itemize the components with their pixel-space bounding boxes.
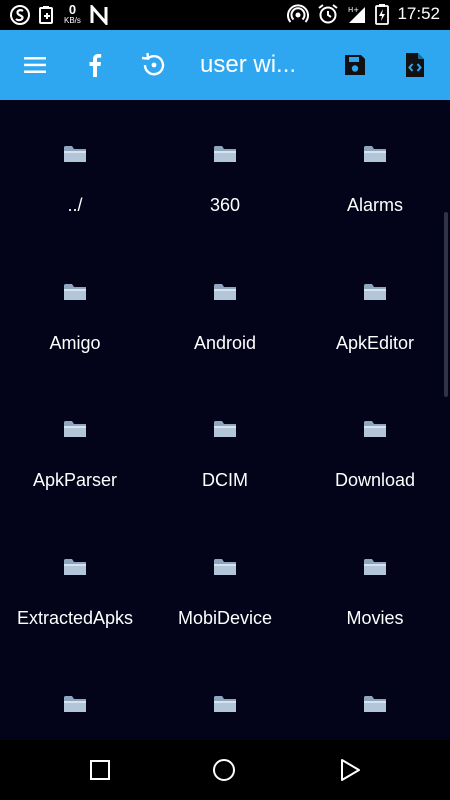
folder-icon [63, 144, 87, 164]
menu-icon [24, 57, 46, 73]
status-time: 17:52 [397, 4, 440, 23]
folder-item[interactable]: DCIM [150, 375, 300, 495]
facebook-icon [89, 54, 102, 77]
n-app-icon [90, 4, 108, 25]
file-browser[interactable]: ../ 360 Alarms Amigo Android ApkEditor ApkPars… [0, 100, 450, 740]
folder-icon [63, 694, 87, 714]
folder-label: ApkParser [32, 470, 118, 490]
code-file-icon [406, 53, 424, 77]
folder-label: Android [193, 332, 257, 353]
folder-item[interactable]: ExtractedApks [0, 513, 150, 633]
folder-icon [213, 282, 237, 302]
folder-item[interactable]: ApkParser [0, 375, 150, 495]
folder-label: DCIM [202, 470, 248, 490]
folder-item[interactable] [300, 650, 450, 740]
folder-item[interactable]: ../ [0, 100, 150, 220]
signal-icon: H+ [348, 6, 366, 23]
status-left-icons: 0 KB/s [10, 2, 109, 25]
facebook-button[interactable] [79, 49, 111, 81]
folder-label: Movies [346, 607, 404, 628]
folder-icon [363, 282, 387, 302]
file-title: user wi... [200, 51, 297, 78]
folder-item[interactable]: 360 [150, 100, 300, 220]
folder-icon [363, 694, 387, 714]
save-icon [345, 55, 365, 75]
folder-item[interactable]: Download [300, 375, 450, 495]
navigation-bar [0, 740, 450, 800]
restore-icon [141, 52, 165, 76]
folder-item[interactable]: Android [150, 238, 300, 358]
status-bar: 0 KB/s H+ 17:52 [0, 0, 450, 30]
net-speed-value: 0 [68, 2, 77, 17]
net-speed-meter: 0 KB/s [64, 2, 81, 25]
status-right-icons: H+ 17:52 [287, 3, 440, 25]
restore-button[interactable] [137, 49, 169, 81]
folder-icon [213, 694, 237, 714]
folder-icon [63, 419, 87, 439]
net-speed-unit: KB/s [64, 16, 81, 25]
folder-icon [213, 419, 237, 439]
folder-item[interactable]: MobiDevice [150, 513, 300, 633]
alarm-clock-icon [318, 4, 339, 24]
save-button[interactable] [339, 49, 371, 81]
folder-icon [213, 557, 237, 577]
folder-icon [363, 144, 387, 164]
scrollbar[interactable] [444, 212, 448, 397]
folder-label: Download [334, 470, 416, 490]
back-button[interactable] [338, 758, 362, 782]
battery-saver-icon [39, 5, 53, 24]
folder-icon [363, 557, 387, 577]
folder-label: ExtractedApks [16, 607, 134, 628]
folder-label: Amigo [49, 332, 101, 353]
svg-text:H+: H+ [348, 6, 359, 14]
folder-icon [363, 419, 387, 439]
folder-item[interactable] [0, 650, 150, 740]
folder-item[interactable] [150, 650, 300, 740]
folder-label: ../ [67, 195, 83, 215]
folder-label: MobiDevice [177, 607, 273, 628]
folder-item[interactable]: Amigo [0, 238, 150, 358]
folder-item[interactable]: ApkEditor [300, 238, 450, 358]
home-button[interactable] [212, 758, 236, 782]
folder-icon [213, 144, 237, 164]
folder-label: 360 [209, 195, 241, 215]
folder-icon [63, 557, 87, 577]
app-bar: user wi... [0, 30, 450, 100]
battery-icon [375, 4, 390, 25]
folder-label: Alarms [346, 195, 403, 215]
folder-item[interactable]: Alarms [300, 100, 450, 220]
s-app-icon [10, 4, 30, 25]
recents-button[interactable] [88, 758, 112, 782]
folder-icon [63, 282, 87, 302]
menu-button[interactable] [19, 49, 51, 81]
folder-label: ApkEditor [335, 332, 415, 353]
code-file-button[interactable] [399, 49, 431, 81]
hotspot-icon [287, 4, 310, 23]
folder-item[interactable]: Movies [300, 513, 450, 633]
